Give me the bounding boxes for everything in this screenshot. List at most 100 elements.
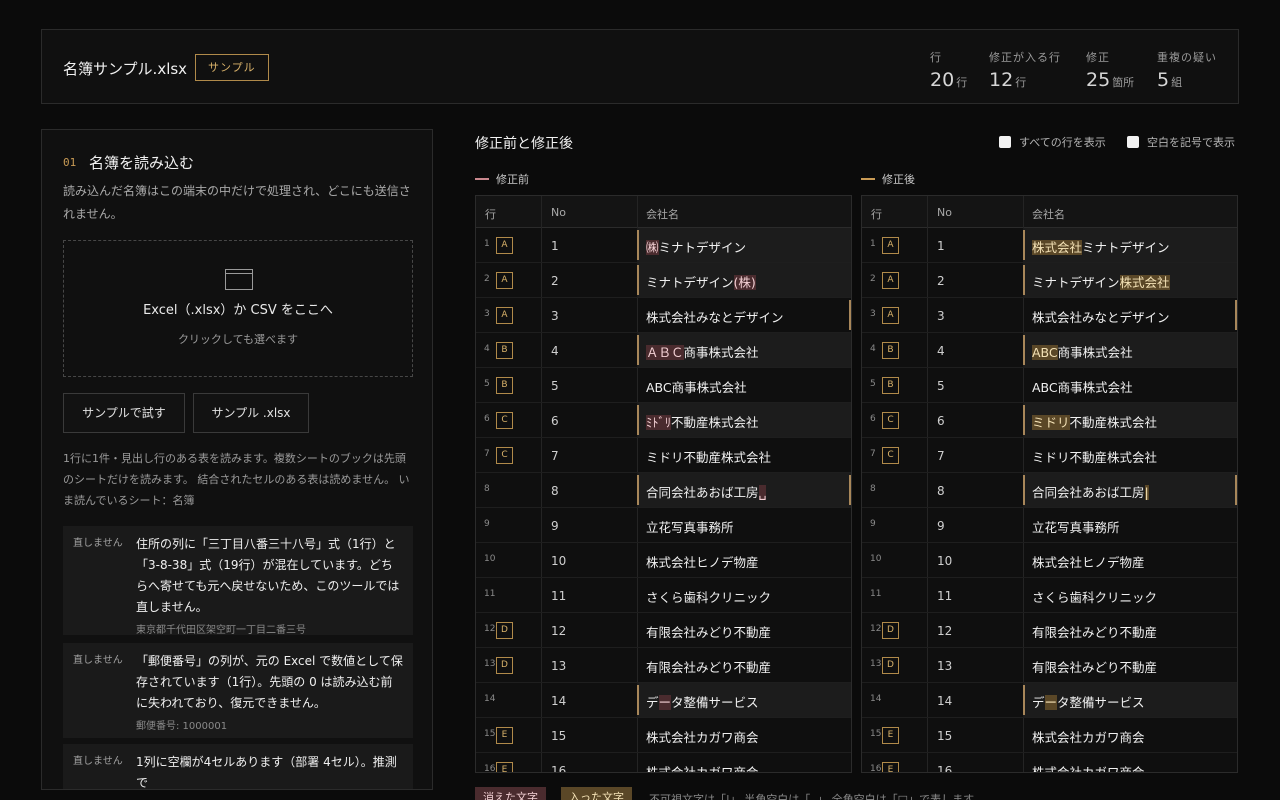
text-segment: ミナトデザイン xyxy=(1032,275,1120,290)
row-number: 15 xyxy=(484,729,496,739)
stat-label: 修正 xyxy=(1086,51,1110,64)
company-cell: 合同会社あおば工房␣ xyxy=(637,473,851,507)
company-name: 合同会社あおば工房␣ xyxy=(646,482,767,501)
text-segment: 株式会社ヒノデ物産 xyxy=(646,555,759,570)
company-cell: 有限会社みどり不動産 xyxy=(1023,648,1237,682)
warning-item: 直しません 住所の列に「三丁目八番三十八号」式（1行）と「3-8-38」式（19… xyxy=(63,526,413,636)
duplicate-group-badge: C xyxy=(496,412,513,429)
duplicate-group-badge: D xyxy=(882,622,899,639)
checkbox-icon[interactable] xyxy=(999,136,1011,148)
no-cell: 10 xyxy=(937,554,953,568)
col-company: 会社名 xyxy=(1032,208,1065,221)
company-name: データ整備サービス xyxy=(1032,692,1145,711)
table-row: 9 9 立花写真事務所 xyxy=(862,508,1237,543)
show-spaces-toggle[interactable]: 空白を記号で表示 xyxy=(1127,134,1235,150)
stat-unit: 行 xyxy=(956,76,968,89)
duplicate-group-badge: C xyxy=(882,447,899,464)
company-name: ミドリ不動産株式会社 xyxy=(1032,412,1157,431)
table-row: 14 14 データ整備サービス xyxy=(476,683,851,718)
company-cell: 有限会社みどり不動産 xyxy=(637,648,851,682)
show-all-rows-toggle[interactable]: すべての行を表示 xyxy=(999,134,1106,150)
text-segment: 商事株式会社 xyxy=(683,345,759,360)
duplicate-group-badge: A xyxy=(882,272,899,289)
company-name: さくら歯科クリニック xyxy=(646,587,771,606)
after-panel-title: 修正後 xyxy=(861,171,915,187)
text-segment: 株式会社カガワ商会 xyxy=(1032,730,1145,745)
text-segment: 有限会社みどり不動産 xyxy=(1032,625,1158,640)
dash-icon xyxy=(475,178,489,180)
text-segment: デ xyxy=(646,695,659,710)
company-cell: 株式会社カガワ商会 xyxy=(1023,718,1237,752)
stat-label: 行 xyxy=(930,51,942,64)
text-segment: ミナトデザイン xyxy=(658,240,747,255)
stat-label: 重複の疑い xyxy=(1157,51,1217,64)
company-cell: ㈱ミナトデザイン xyxy=(637,228,851,262)
table-row: 9 9 立花写真事務所 xyxy=(476,508,851,543)
deleted-text: (株) xyxy=(733,275,756,290)
company-cell: ABC商事株式会社 xyxy=(637,368,851,402)
row-number: 10 xyxy=(484,554,496,564)
row-number: 5 xyxy=(484,379,490,389)
no-cell: 9 xyxy=(551,519,559,533)
show-spaces-label: 空白を記号で表示 xyxy=(1147,136,1235,149)
company-cell: 株式会社みなとデザイン xyxy=(1023,298,1237,332)
row-number: 12 xyxy=(484,624,496,634)
table-row: 11 11 さくら歯科クリニック xyxy=(476,578,851,613)
text-segment: ミナトデザイン xyxy=(1082,240,1170,255)
company-cell: ＡＢＣ商事株式会社 xyxy=(637,333,851,367)
text-segment: 立花写真事務所 xyxy=(646,520,734,535)
no-cell: 5 xyxy=(551,379,559,393)
no-cell: 6 xyxy=(937,414,945,428)
row-number: 11 xyxy=(870,589,882,599)
change-marker xyxy=(1023,685,1025,715)
drop-subtitle: クリックしても選べます xyxy=(177,333,299,346)
after-label: 修正後 xyxy=(882,173,915,186)
file-drop-zone[interactable]: Excel（.xlsx）か CSV をここへ クリックしても選べます xyxy=(63,240,413,377)
duplicate-group-badge: A xyxy=(496,237,513,254)
company-name: 株式会社カガワ商会 xyxy=(646,762,759,772)
text-segment: 合同会社あおば工房 xyxy=(646,485,759,500)
before-label: 修正前 xyxy=(496,173,529,186)
no-cell: 3 xyxy=(937,309,945,323)
duplicate-group-badge: A xyxy=(882,237,899,254)
text-segment: ミドリ不動産株式会社 xyxy=(646,450,772,465)
download-sample-button[interactable]: サンプル .xlsx xyxy=(193,393,309,433)
text-segment: 商事株式会社 xyxy=(1057,345,1133,360)
table-row: 14 14 データ整備サービス xyxy=(862,683,1237,718)
table-row: 13 D 13 有限会社みどり不動産 xyxy=(862,648,1237,683)
row-number: 6 xyxy=(870,414,876,424)
load-title: 名簿を読み込む xyxy=(89,154,195,172)
checkbox-icon[interactable] xyxy=(1127,136,1139,148)
table-row: 1 A 1 株式会社ミナトデザイン xyxy=(862,228,1237,263)
row-number: 13 xyxy=(870,659,882,669)
company-cell: 有限会社みどり不動産 xyxy=(1023,613,1237,647)
try-sample-button[interactable]: サンプルで試す xyxy=(63,393,185,433)
deleted-text: ー xyxy=(658,695,672,710)
text-segment: 有限会社みどり不動産 xyxy=(1032,660,1158,675)
row-number: 2 xyxy=(870,274,876,284)
company-name: 株式会社ヒノデ物産 xyxy=(646,552,759,571)
company-name: 合同会社あおば工房| xyxy=(1032,482,1149,501)
company-name: 立花写真事務所 xyxy=(1032,517,1120,536)
sample-badge: サンプル xyxy=(195,54,269,81)
stat-value: 5 xyxy=(1157,69,1170,91)
table-row: 12 D 12 有限会社みどり不動産 xyxy=(476,613,851,648)
duplicate-group-badge: E xyxy=(882,727,899,744)
text-segment: デ xyxy=(1032,695,1045,710)
table-row: 8 8 合同会社あおば工房| xyxy=(862,473,1237,508)
stat-value: 20 xyxy=(930,69,955,91)
row-number: 5 xyxy=(870,379,876,389)
company-name: データ整備サービス xyxy=(646,692,759,711)
no-cell: 10 xyxy=(551,554,567,568)
company-cell: ミドリ不動産株式会社 xyxy=(1023,438,1237,472)
stat-rows: 行 20 行 xyxy=(930,49,967,91)
company-name: 有限会社みどり不動産 xyxy=(1032,622,1157,641)
no-cell: 8 xyxy=(937,484,945,498)
table-row: 10 10 株式会社ヒノデ物産 xyxy=(476,543,851,578)
col-row: 行 xyxy=(485,208,496,221)
change-marker xyxy=(1235,300,1237,330)
text-segment: 不動産株式会社 xyxy=(671,415,759,430)
company-name: ミナトデザイン(株) xyxy=(646,272,756,291)
privacy-note: 読み込んだ名簿はこの端末の中だけで処理され、どこにも送信されません。 xyxy=(63,184,411,221)
duplicate-group-badge: A xyxy=(882,307,899,324)
